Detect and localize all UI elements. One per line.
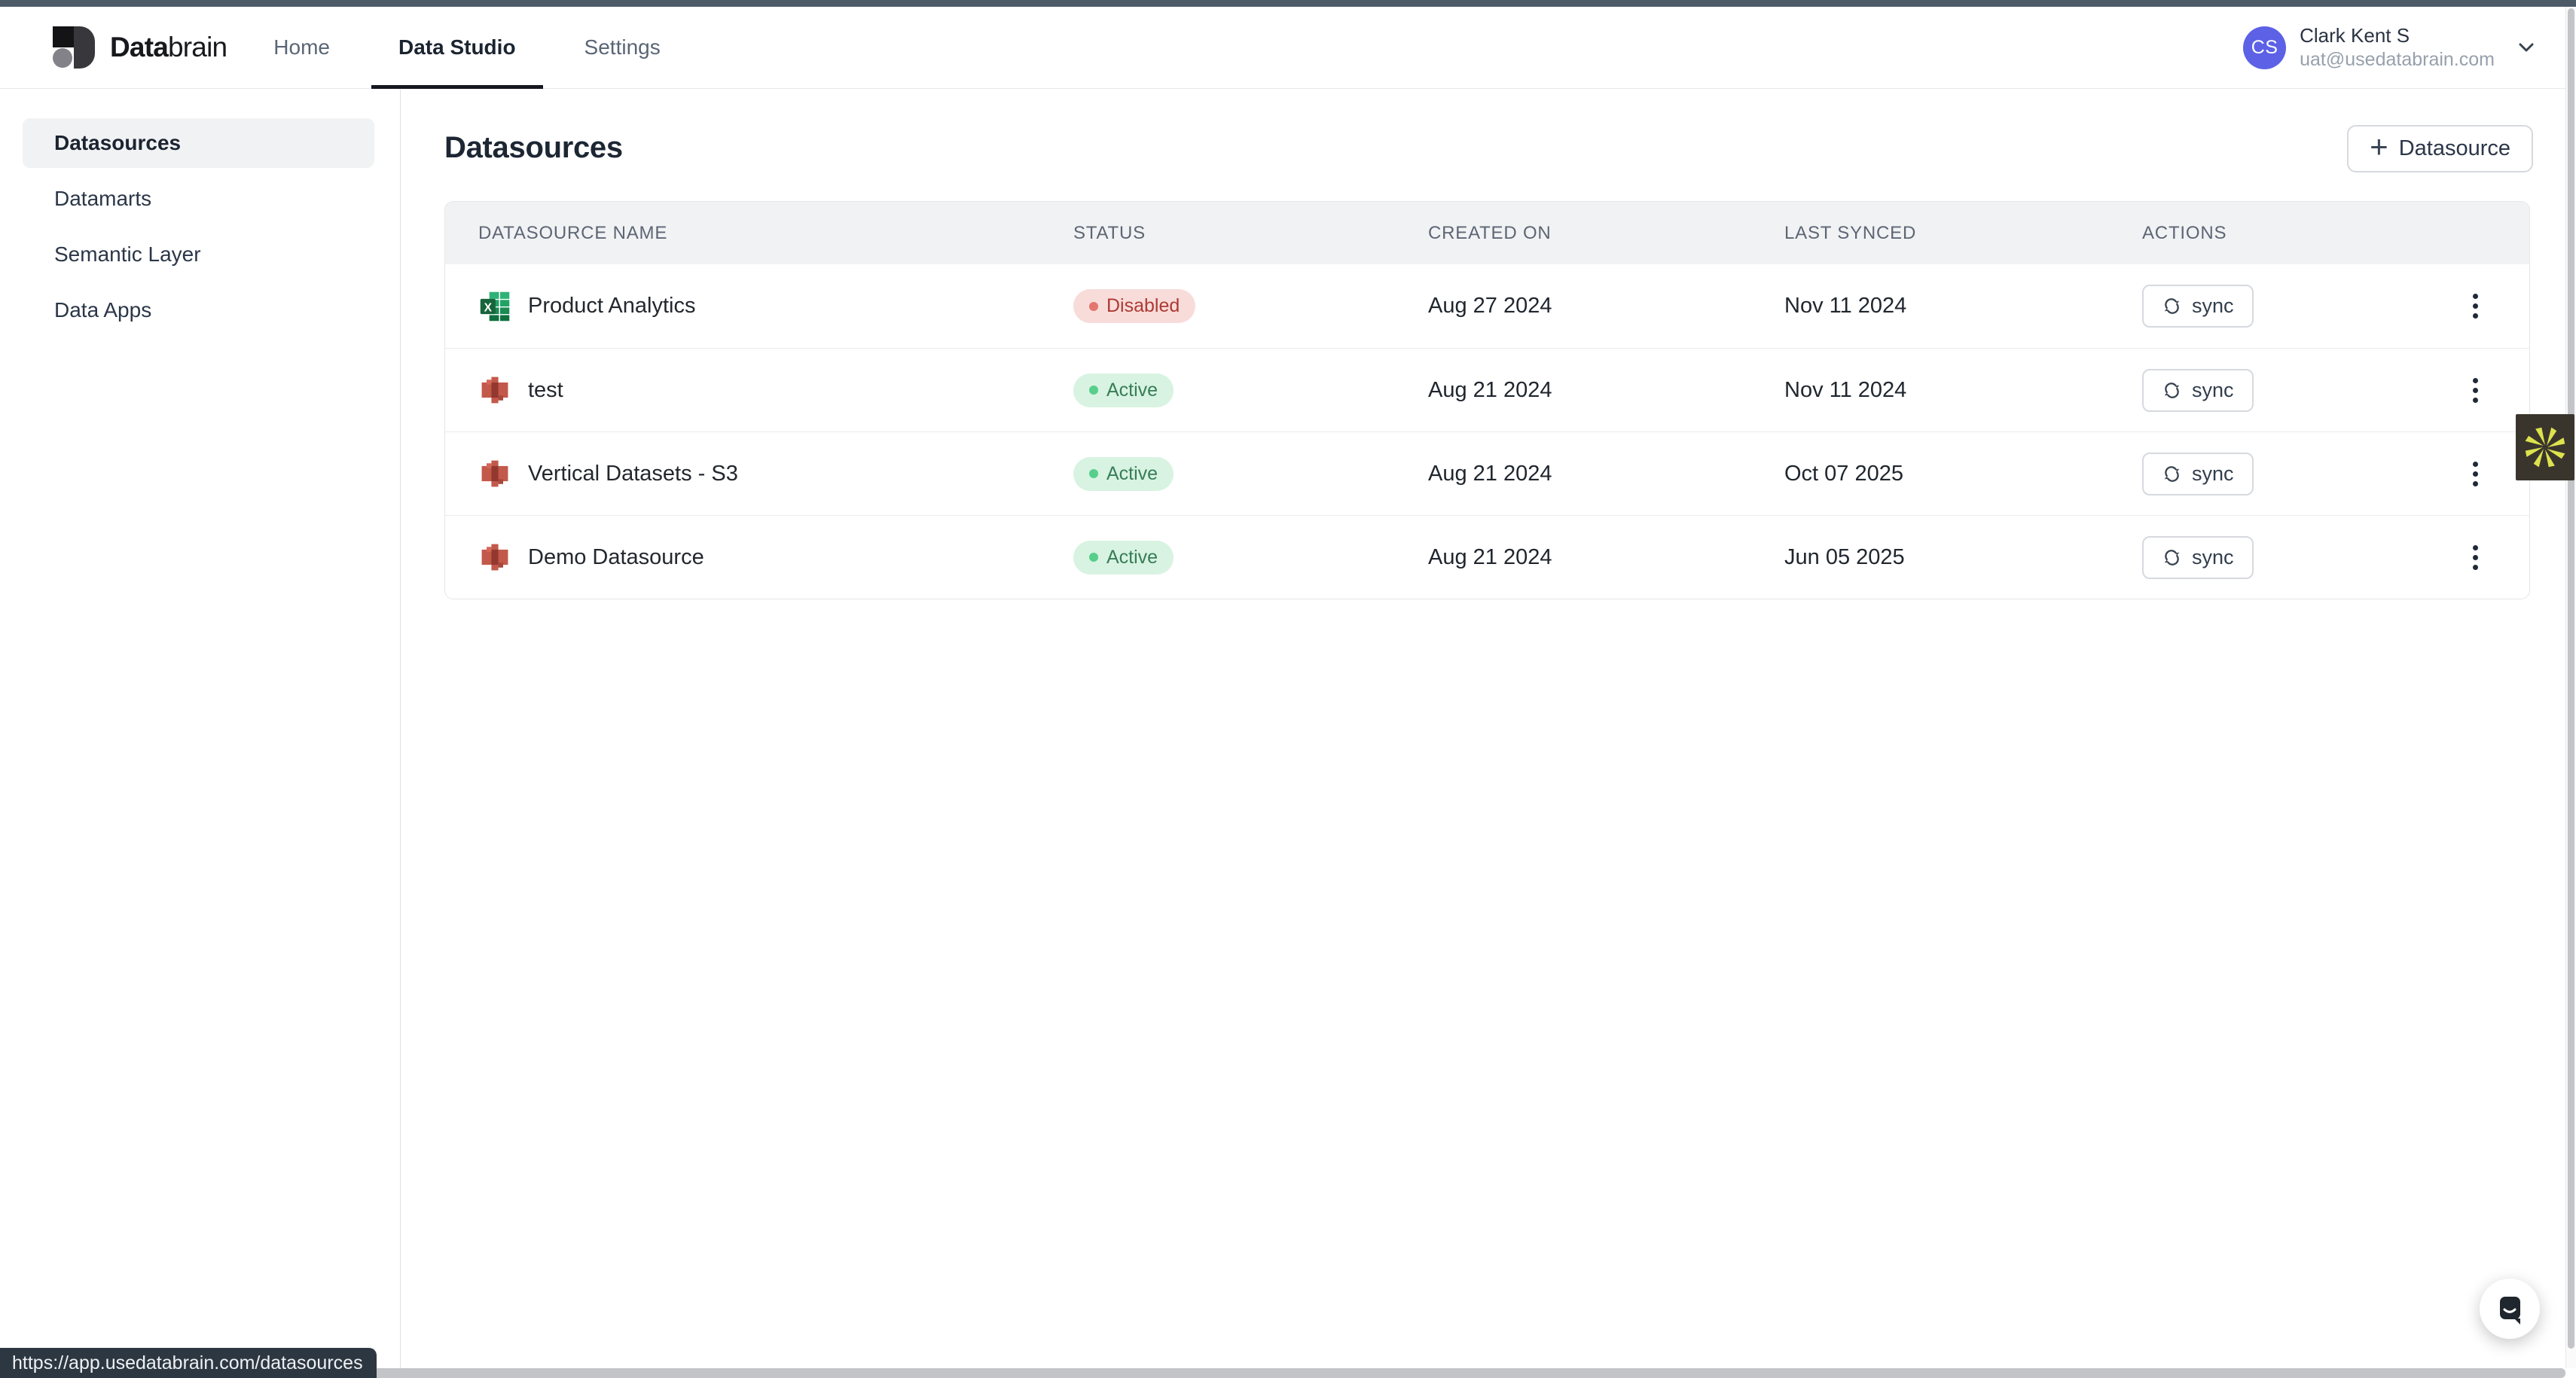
avatar: CS xyxy=(2243,26,2286,69)
row-menu-kebab-icon[interactable] xyxy=(2468,288,2483,325)
add-datasource-button[interactable]: + Datasource xyxy=(2347,125,2533,172)
user-name: Clark Kent S xyxy=(2300,24,2495,48)
horizontal-scrollbar[interactable] xyxy=(0,1368,2565,1378)
created-on-value: Aug 21 2024 xyxy=(1395,545,1751,570)
datasource-name: Demo Datasource xyxy=(528,545,704,570)
table-row[interactable]: test Active Aug 21 2024 Nov 11 2024 sync xyxy=(445,348,2529,431)
excel-icon: X xyxy=(478,290,511,323)
last-synced-value: Jun 05 2025 xyxy=(1751,545,2109,570)
vertical-scrollbar[interactable] xyxy=(2565,7,2576,1368)
sidebar-list: Datasources Datamarts Semantic Layer Dat… xyxy=(0,90,400,335)
brand[interactable]: Databrain xyxy=(53,26,227,69)
main-content: Datasources + Datasource DATASOURCE NAME… xyxy=(401,90,2576,1378)
created-on-value: Aug 21 2024 xyxy=(1395,378,1751,403)
redshift-icon xyxy=(478,457,511,490)
datasources-table: DATASOURCE NAME STATUS CREATED ON LAST S… xyxy=(444,201,2530,599)
chat-bubble-icon xyxy=(2492,1291,2528,1327)
sync-label: sync xyxy=(2192,294,2234,318)
databrain-logo-icon xyxy=(53,26,95,69)
column-header-datasource-name: DATASOURCE NAME xyxy=(445,223,1040,244)
os-top-strip xyxy=(0,0,2576,7)
tab-home[interactable]: Home xyxy=(246,7,357,88)
last-synced-value: Nov 11 2024 xyxy=(1751,294,2109,319)
link-url-status-bar: https://app.usedatabrain.com/datasources xyxy=(0,1348,377,1378)
column-header-status: STATUS xyxy=(1040,223,1395,244)
sync-button[interactable]: sync xyxy=(2142,285,2254,328)
created-on-value: Aug 21 2024 xyxy=(1395,462,1751,486)
last-synced-value: Nov 11 2024 xyxy=(1751,378,2109,403)
status-dot-icon xyxy=(1089,302,1098,311)
datasource-name: Vertical Datasets - S3 xyxy=(528,462,738,486)
row-menu-kebab-icon[interactable] xyxy=(2468,456,2483,492)
table-header-row: DATASOURCE NAME STATUS CREATED ON LAST S… xyxy=(445,202,2529,264)
sync-label: sync xyxy=(2192,379,2234,402)
refresh-icon xyxy=(2162,380,2182,401)
tab-settings[interactable]: Settings xyxy=(557,7,688,88)
status-badge: Disabled xyxy=(1073,289,1195,323)
status-dot-icon xyxy=(1089,469,1098,478)
assistant-fab[interactable] xyxy=(2516,414,2574,480)
row-menu-kebab-icon[interactable] xyxy=(2468,539,2483,576)
chat-launcher[interactable] xyxy=(2480,1279,2540,1339)
brand-wordmark: Databrain xyxy=(110,32,227,63)
refresh-icon xyxy=(2162,464,2182,484)
user-meta: Clark Kent S uat@usedatabrain.com xyxy=(2300,24,2495,71)
datasource-name: test xyxy=(528,378,563,403)
datasource-name: Product Analytics xyxy=(528,294,695,319)
plus-icon: + xyxy=(2370,131,2388,163)
table-row[interactable]: X Product Analytics Disabled Aug 27 2024… xyxy=(445,264,2529,348)
column-header-created-on: CREATED ON xyxy=(1395,223,1751,244)
redshift-icon xyxy=(478,373,511,407)
last-synced-value: Oct 07 2025 xyxy=(1751,462,2109,486)
sync-button[interactable]: sync xyxy=(2142,369,2254,412)
sidebar-item-datamarts[interactable]: Datamarts xyxy=(23,174,374,224)
vertical-scrollbar-thumb[interactable] xyxy=(2568,8,2574,1349)
status-badge: Active xyxy=(1073,541,1174,575)
main-nav: Home Data Studio Settings xyxy=(246,7,687,88)
column-header-actions: ACTIONS xyxy=(2109,223,2529,244)
page-title: Datasources xyxy=(444,131,623,165)
chevron-down-icon xyxy=(2514,35,2538,59)
user-email: uat@usedatabrain.com xyxy=(2300,48,2495,72)
table-row[interactable]: Vertical Datasets - S3 Active Aug 21 202… xyxy=(445,431,2529,515)
row-menu-kebab-icon[interactable] xyxy=(2468,372,2483,409)
refresh-icon xyxy=(2162,547,2182,568)
status-badge: Active xyxy=(1073,373,1174,407)
tab-data-studio[interactable]: Data Studio xyxy=(371,7,543,88)
sync-button[interactable]: sync xyxy=(2142,536,2254,579)
created-on-value: Aug 27 2024 xyxy=(1395,294,1751,319)
sync-label: sync xyxy=(2192,546,2234,569)
asterisk-icon xyxy=(2524,426,2566,468)
add-datasource-label: Datasource xyxy=(2399,136,2510,161)
sync-button[interactable]: sync xyxy=(2142,453,2254,495)
user-menu[interactable]: CS Clark Kent S uat@usedatabrain.com xyxy=(2243,24,2538,71)
sidebar-item-data-apps[interactable]: Data Apps xyxy=(23,285,374,335)
sidebar: Datasources Datamarts Semantic Layer Dat… xyxy=(0,90,401,1378)
refresh-icon xyxy=(2162,296,2182,316)
status-dot-icon xyxy=(1089,386,1098,395)
sync-label: sync xyxy=(2192,462,2234,486)
top-navbar: Databrain Home Data Studio Settings CS C… xyxy=(0,7,2576,89)
status-badge: Active xyxy=(1073,457,1174,491)
table-row[interactable]: Demo Datasource Active Aug 21 2024 Jun 0… xyxy=(445,515,2529,599)
sidebar-item-datasources[interactable]: Datasources xyxy=(23,118,374,168)
column-header-last-synced: LAST SYNCED xyxy=(1751,223,2109,244)
sidebar-item-semantic-layer[interactable]: Semantic Layer xyxy=(23,230,374,279)
svg-text:X: X xyxy=(484,301,493,314)
status-dot-icon xyxy=(1089,553,1098,562)
redshift-icon xyxy=(478,541,511,574)
